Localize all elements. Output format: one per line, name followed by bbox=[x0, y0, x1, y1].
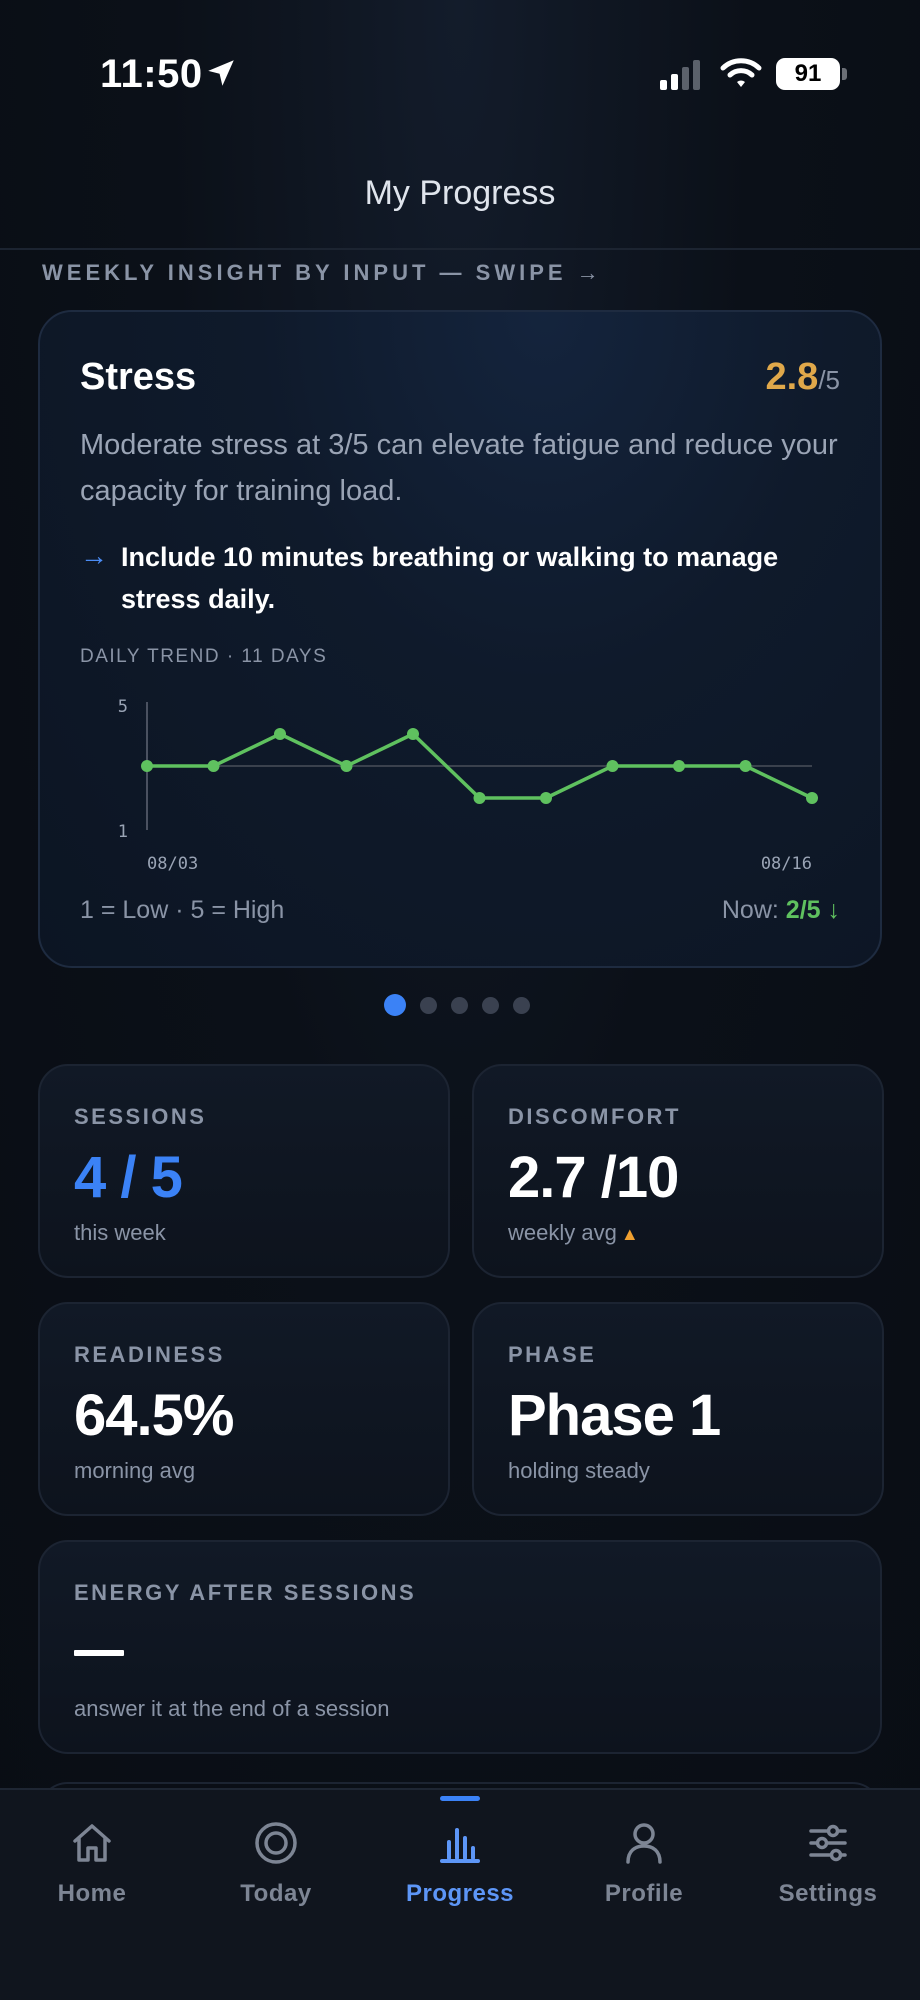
stat-value: 2.7 /10 bbox=[508, 1145, 679, 1210]
stat-label: SESSIONS bbox=[74, 1104, 207, 1129]
current-value: Now: 2/5 ↓ bbox=[722, 896, 840, 925]
score-value: 2.8 bbox=[765, 356, 819, 398]
stat-sub: answer it at the end of a session bbox=[74, 1696, 390, 1721]
page-title: My Progress bbox=[364, 174, 556, 212]
y-tick-label: 1 bbox=[118, 822, 128, 842]
energy-card[interactable]: ENERGY AFTER SESSIONS answer it at the e… bbox=[38, 1540, 882, 1754]
wifi-icon bbox=[720, 58, 762, 87]
status-bar: 11:50 91 bbox=[0, 0, 920, 150]
data-point bbox=[340, 760, 353, 772]
person-icon bbox=[626, 1823, 662, 1864]
daily-trend-chart: 5 1 08/03 08/16 bbox=[118, 697, 818, 874]
tab-label: Progress bbox=[405, 1880, 515, 1907]
stat-label: ENERGY AFTER SESSIONS bbox=[74, 1580, 417, 1605]
active-tab-indicator bbox=[440, 1796, 480, 1801]
phase-card[interactable]: PHASE Phase 1 holding steady bbox=[472, 1302, 884, 1516]
tab-progress[interactable]: Progress bbox=[368, 1818, 552, 1928]
data-point bbox=[806, 792, 818, 804]
x-tick-label: 08/16 bbox=[761, 854, 812, 874]
bar-chart-icon bbox=[440, 1828, 480, 1863]
data-point bbox=[473, 792, 486, 804]
data-point bbox=[141, 760, 153, 772]
tab-home[interactable]: Home bbox=[0, 1818, 184, 1928]
stat-label: DISCOMFORT bbox=[508, 1104, 681, 1129]
stat-value: Phase 1 bbox=[508, 1383, 721, 1448]
stat-value: 4 / 5 bbox=[74, 1145, 183, 1210]
tab-label: Settings bbox=[778, 1880, 878, 1907]
trend-label: DAILY TREND · 11 DAYS bbox=[80, 646, 328, 667]
now-label: Now: bbox=[721, 896, 779, 924]
insight-description: Moderate stress at 3/5 can elevate fatig… bbox=[80, 429, 838, 507]
data-point bbox=[739, 760, 752, 772]
battery-tip bbox=[842, 68, 847, 80]
header-divider bbox=[0, 248, 920, 250]
battery-indicator: 91 bbox=[776, 58, 840, 90]
pager-dot[interactable] bbox=[482, 996, 499, 1014]
tab-label: Home bbox=[57, 1880, 127, 1907]
status-time: 11:50 bbox=[100, 52, 203, 96]
insight-tip: Include 10 minutes breathing or walking … bbox=[121, 542, 779, 614]
y-tick-label: 5 bbox=[118, 697, 128, 717]
empty-value-dash bbox=[74, 1650, 124, 1656]
score-denominator: /5 bbox=[818, 365, 840, 395]
readiness-card[interactable]: READINESS 64.5% morning avg bbox=[38, 1302, 450, 1516]
insight-title: Stress bbox=[80, 356, 197, 398]
stat-value: 64.5% bbox=[74, 1383, 234, 1448]
tab-label: Profile bbox=[604, 1880, 684, 1907]
stat-sub-text: weekly avg bbox=[508, 1220, 617, 1245]
now-value: 2/5 ↓ bbox=[785, 896, 840, 924]
data-point bbox=[673, 760, 685, 772]
tab-today[interactable]: Today bbox=[184, 1818, 368, 1928]
data-point bbox=[606, 760, 619, 772]
target-icon bbox=[255, 1822, 297, 1864]
sliders-icon bbox=[809, 1824, 847, 1862]
scale-legend: 1 = Low · 5 = High bbox=[80, 896, 285, 924]
insight-score: 2.8/5 bbox=[765, 356, 840, 399]
discomfort-card[interactable]: DISCOMFORT 2.7 /10 weekly avg ▲ bbox=[472, 1064, 884, 1278]
section-label: WEEKLY INSIGHT BY INPUT — SWIPE → bbox=[42, 260, 603, 285]
data-point bbox=[540, 792, 552, 804]
pager-dots bbox=[384, 994, 530, 1016]
home-icon bbox=[73, 1824, 111, 1862]
stat-label: PHASE bbox=[508, 1342, 597, 1367]
sessions-card[interactable]: SESSIONS 4 / 5 this week bbox=[38, 1064, 450, 1278]
arrow-right-icon: → bbox=[80, 540, 108, 571]
data-point bbox=[207, 760, 220, 772]
stat-label: READINESS bbox=[74, 1342, 225, 1367]
stat-sub: holding steady bbox=[508, 1458, 650, 1483]
stat-sub: this week bbox=[74, 1220, 166, 1245]
pager-dot[interactable] bbox=[513, 996, 530, 1014]
pager-dot[interactable] bbox=[384, 994, 406, 1016]
stat-sub: weekly avg ▲ bbox=[508, 1220, 639, 1246]
progress-screen: 11:50 91 My Progress WEEKLY INSIGHT BY I… bbox=[0, 0, 920, 2000]
data-point bbox=[407, 728, 419, 740]
pager-dot[interactable] bbox=[420, 996, 437, 1014]
stat-sub: morning avg bbox=[74, 1458, 196, 1483]
data-point bbox=[274, 728, 286, 740]
cellular-signal-icon bbox=[660, 60, 700, 90]
tab-label: Today bbox=[240, 1880, 312, 1907]
tab-profile[interactable]: Profile bbox=[552, 1818, 736, 1928]
warning-triangle-icon: ▲ bbox=[620, 1224, 639, 1244]
x-tick-label: 08/03 bbox=[147, 854, 198, 874]
location-arrow-icon bbox=[208, 60, 234, 86]
tab-settings[interactable]: Settings bbox=[736, 1818, 920, 1928]
pager-dot[interactable] bbox=[451, 996, 468, 1014]
